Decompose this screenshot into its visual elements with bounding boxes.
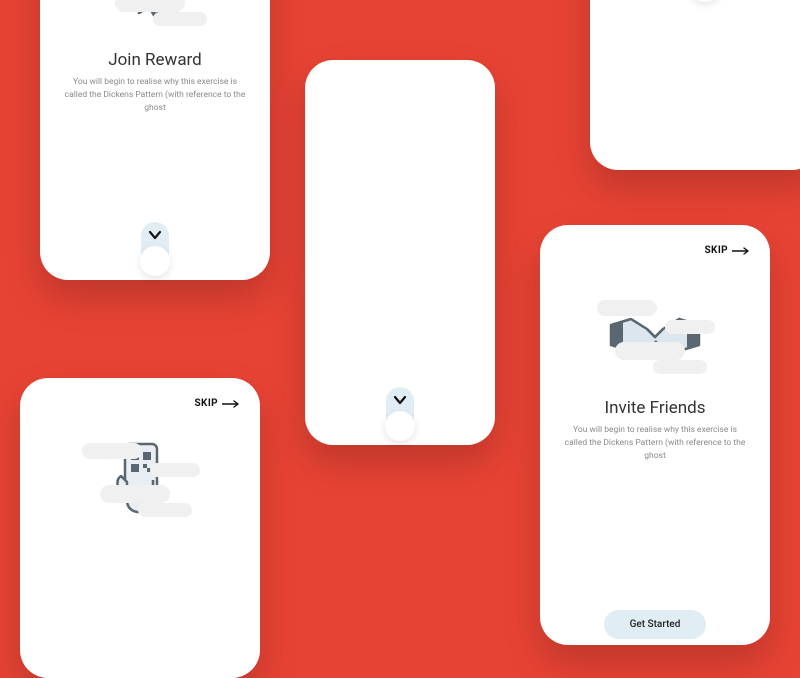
skip-label: SKIP (195, 398, 219, 409)
desc-join: You will begin to realise why this exerc… (64, 76, 246, 114)
illustration-award (95, 0, 215, 34)
chevron-down-icon (393, 393, 407, 407)
arrow-right-icon (222, 400, 240, 408)
screen-scan: SKIP (20, 378, 260, 678)
skip-label: SKIP (705, 245, 729, 256)
title-join: Join Reward (108, 50, 202, 70)
desc-invite: You will begin to realise why this exerc… (564, 424, 746, 462)
screen-earn-reward: Earn Reward You will begin to realise wh… (590, 0, 800, 170)
illustration-handshake (595, 292, 715, 382)
title-invite: Invite Friends (604, 398, 705, 418)
get-started-label: Get Started (630, 619, 681, 630)
arrow-right-icon (732, 247, 750, 255)
screen-blank (305, 60, 495, 445)
skip-button[interactable]: SKIP (195, 398, 241, 409)
swipe-down-control[interactable] (386, 387, 414, 435)
skip-button[interactable]: SKIP (705, 245, 751, 256)
get-started-button[interactable]: Get Started (604, 610, 707, 639)
chevron-down-icon (148, 228, 162, 242)
screen-invite-friends: SKIP Invite Friends You will begin to re… (540, 225, 770, 645)
screen-join-reward: Join Reward You will begin to realise wh… (40, 0, 270, 280)
illustration-scan (80, 435, 200, 525)
swipe-down-control[interactable] (141, 222, 169, 270)
